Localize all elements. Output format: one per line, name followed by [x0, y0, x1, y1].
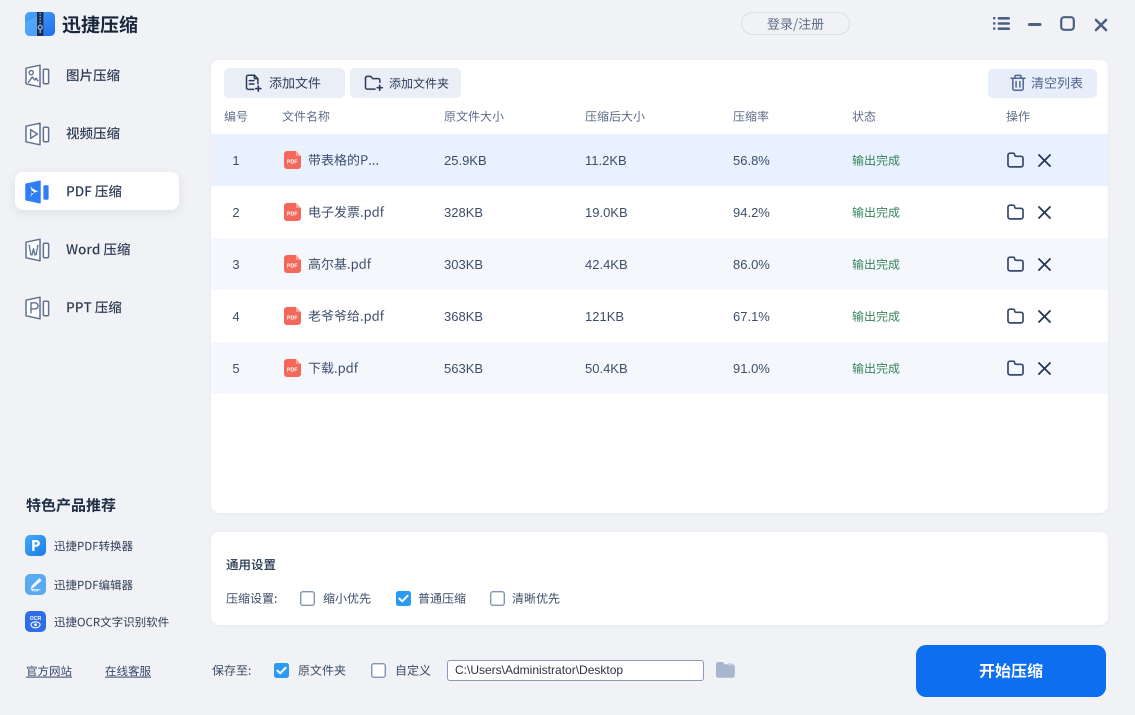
svg-text:PDF: PDF: [287, 212, 297, 218]
svg-text:PDF: PDF: [287, 160, 297, 166]
svg-text:PDF: PDF: [32, 589, 40, 593]
svg-text:PDF: PDF: [287, 316, 297, 322]
svg-text:PDF: PDF: [287, 264, 297, 270]
svg-text:OCR: OCR: [30, 616, 42, 622]
svg-text:PDF: PDF: [287, 368, 297, 374]
